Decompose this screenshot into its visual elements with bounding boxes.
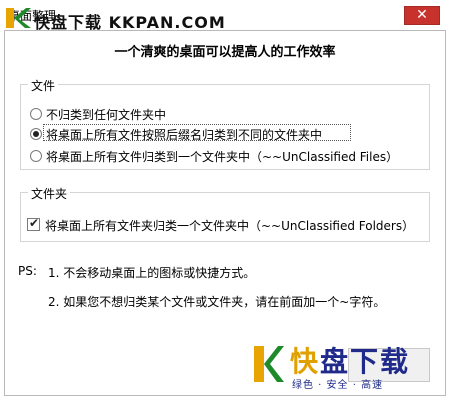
watermark-bottom: 快盘下载 绿色 · 安全 · 高速 (252, 338, 432, 394)
ps-note-2: 2. 如果您不想归类某个文件或文件夹，请在前面加一个~字符。 (48, 295, 386, 309)
page-title: 一个清爽的桌面可以提高人的工作效率 (114, 45, 336, 60)
files-group-label: 文件 (28, 77, 59, 94)
close-icon: ✕ (416, 7, 428, 23)
radio-option-label: 将桌面上所有文件归类到一个文件夹中（~~UnClassified Files） (46, 150, 399, 164)
watermark-tagline: 绿色 · 安全 · 高速 (292, 380, 384, 391)
checkbox[interactable]: ✔ (27, 216, 40, 231)
checkmark-icon: ✔ (29, 216, 40, 230)
watermark-brand: 快盘下载 (290, 340, 410, 380)
radio-option-label: 将桌面上所有文件按照后缀名归类到不同的文件夹中 (46, 128, 323, 142)
radio-option-label: 不归类到任何文件夹中 (46, 108, 167, 122)
radio-dot-icon (33, 131, 39, 137)
radio-button[interactable] (30, 108, 42, 120)
ps-note-1: 1. 不会移动桌面上的图标或快捷方式。 (48, 266, 256, 280)
folders-group-label: 文件夹 (28, 185, 71, 202)
kkpan-logo-icon (6, 8, 31, 28)
watermark-brand-first: 快 (290, 345, 321, 378)
watermark-brand-rest: 盘下载 (320, 345, 411, 378)
close-button[interactable]: ✕ (404, 6, 440, 25)
header: 一个清爽的桌面可以提高人的工作效率 (0, 30, 450, 64)
ps-prefix: PS: (18, 264, 37, 278)
radio-button[interactable] (30, 150, 42, 162)
checkbox-label: 将桌面上所有文件夹归类一个文件夹中（~~UnClassified Folders… (45, 219, 415, 233)
radio-button-selected[interactable] (30, 128, 42, 140)
kuaipan-logo-icon (254, 346, 284, 382)
watermark-top: 快盘下载 KKPAN.COM (4, 6, 225, 32)
